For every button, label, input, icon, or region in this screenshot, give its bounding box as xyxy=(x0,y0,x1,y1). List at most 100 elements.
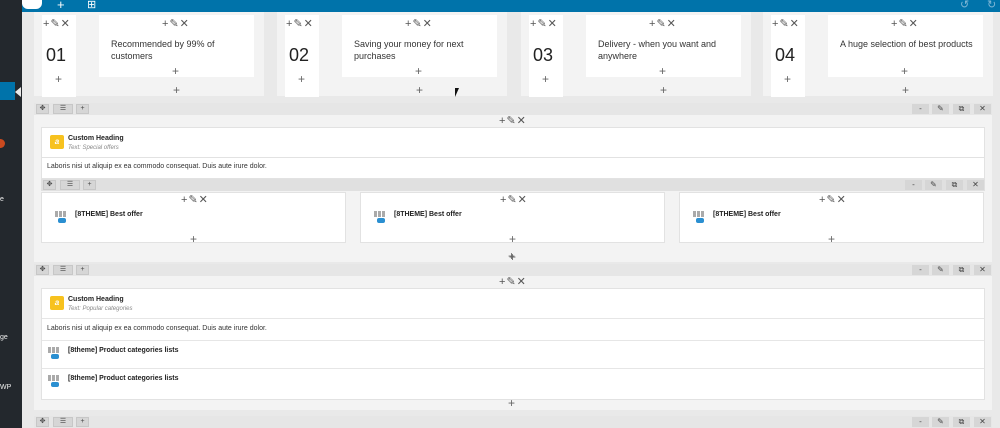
remove-icon[interactable]: ✕ xyxy=(909,18,919,30)
add-column-icon[interactable]: + xyxy=(76,265,89,275)
add-element-icon[interactable]: + xyxy=(784,73,791,85)
add-element-icon[interactable]: + xyxy=(828,233,835,245)
text-block-content[interactable]: Laboris nisi ut aliquip ex ea commodo co… xyxy=(47,325,267,332)
delete-row-icon[interactable]: ✕ xyxy=(974,265,991,275)
element-title[interactable]: [8theme] Product categories lists xyxy=(68,375,178,382)
element-title[interactable]: Custom Heading xyxy=(68,296,124,303)
sidebar-label[interactable]: e xyxy=(0,196,4,203)
add-element-icon[interactable]: + xyxy=(172,65,179,77)
column-controls[interactable]: +✎✕ xyxy=(499,277,527,288)
toggle-row-icon[interactable]: - xyxy=(912,417,929,427)
edit-icon[interactable]: ✎ xyxy=(188,194,198,206)
element-title[interactable]: [8THEME] Best offer xyxy=(713,211,781,218)
undo-icon[interactable]: ↺ xyxy=(960,0,969,11)
add-element-icon[interactable]: + xyxy=(190,233,197,245)
edit-icon[interactable]: ✎ xyxy=(506,276,516,288)
feature-text-box[interactable]: +✎✕ Recommended by 99% of customers + xyxy=(99,15,254,77)
clone-row-icon[interactable]: ⧉ xyxy=(953,417,970,427)
remove-icon[interactable]: ✕ xyxy=(423,18,433,30)
add-element-icon[interactable]: + xyxy=(298,73,305,85)
remove-icon[interactable]: ✕ xyxy=(180,18,190,30)
feature-text-box[interactable]: + ✎✕ Saving your money for next purchases… xyxy=(342,15,497,77)
edit-row-icon[interactable]: ✎ xyxy=(932,265,949,275)
add-element-icon[interactable]: + xyxy=(55,73,62,85)
add-element-icon[interactable]: + xyxy=(508,397,515,409)
row-layout-icon[interactable]: ☰ xyxy=(53,265,73,275)
toggle-row-icon[interactable]: - xyxy=(912,265,929,275)
remove-icon[interactable]: ✕ xyxy=(517,276,527,288)
edit-row-icon[interactable]: ✎ xyxy=(925,180,942,190)
add-column-icon[interactable]: + xyxy=(76,104,89,114)
column-controls[interactable]: +✎✕ xyxy=(499,116,527,127)
edit-row-icon[interactable]: ✎ xyxy=(932,104,949,114)
element-title[interactable]: [8THEME] Best offer xyxy=(394,211,462,218)
move-row-icon[interactable]: ✥ xyxy=(36,417,49,427)
templates-icon[interactable]: ⊞ xyxy=(87,0,96,12)
remove-icon[interactable]: ✕ xyxy=(304,18,314,30)
toggle-row-icon[interactable]: - xyxy=(912,104,929,114)
custom-heading-element[interactable]: a Custom Heading Text: Special offers xyxy=(41,127,985,158)
add-element-icon[interactable]: + xyxy=(173,84,180,96)
feature-text-box[interactable]: +✎✕ A huge selection of best products + xyxy=(828,15,983,77)
row-layout-icon[interactable]: ☰ xyxy=(60,180,80,190)
add-element-icon[interactable]: + xyxy=(509,251,516,263)
edit-icon[interactable]: ✎ xyxy=(656,18,666,30)
delete-row-icon[interactable]: ✕ xyxy=(974,417,991,427)
feature-text-box[interactable]: + ✎✕ Delivery - when you want and anywher… xyxy=(586,15,741,77)
sidebar-label[interactable]: WP xyxy=(0,384,11,391)
edit-icon[interactable]: ✎ xyxy=(779,18,789,30)
add-element-icon[interactable]: + xyxy=(509,233,516,245)
remove-icon[interactable]: ✕ xyxy=(518,194,528,206)
move-row-icon[interactable]: ✥ xyxy=(36,104,49,114)
edit-icon[interactable]: ✎ xyxy=(412,18,422,30)
remove-icon[interactable]: ✕ xyxy=(199,194,209,206)
redo-icon[interactable]: ↻ xyxy=(987,0,996,11)
edit-icon[interactable]: ✎ xyxy=(898,18,908,30)
move-row-icon[interactable]: ✥ xyxy=(43,180,56,190)
remove-icon[interactable]: ✕ xyxy=(667,18,677,30)
element-title[interactable]: [8THEME] Best offer xyxy=(75,211,143,218)
add-column-icon[interactable]: + xyxy=(76,417,89,427)
edit-icon[interactable]: ✎ xyxy=(507,194,517,206)
add-element-icon[interactable]: + xyxy=(901,65,908,77)
builder-logo-icon[interactable] xyxy=(22,0,42,9)
feature-number-box[interactable]: +✎✕ 02 + xyxy=(285,15,319,97)
remove-icon[interactable]: ✕ xyxy=(61,18,71,30)
feature-number-box[interactable]: +✎✕ 03 + xyxy=(529,15,563,97)
add-column-icon[interactable]: + xyxy=(83,180,96,190)
clone-row-icon[interactable]: ⧉ xyxy=(953,265,970,275)
delete-row-icon[interactable]: ✕ xyxy=(967,180,984,190)
add-element-icon[interactable]: + xyxy=(416,84,423,96)
clone-row-icon[interactable]: ⧉ xyxy=(946,180,963,190)
row-layout-icon[interactable]: ☰ xyxy=(53,104,73,114)
add-element-icon[interactable]: + xyxy=(57,0,65,12)
row-layout-icon[interactable]: ☰ xyxy=(53,417,73,427)
clone-row-icon[interactable]: ⧉ xyxy=(953,104,970,114)
edit-icon[interactable]: ✎ xyxy=(537,18,547,30)
element-title[interactable]: [8theme] Product categories lists xyxy=(68,347,178,354)
edit-icon[interactable]: ✎ xyxy=(826,194,836,206)
remove-icon[interactable]: ✕ xyxy=(548,18,558,30)
remove-icon[interactable]: ✕ xyxy=(837,194,847,206)
edit-icon[interactable]: ✎ xyxy=(50,18,60,30)
sidebar-active-item[interactable] xyxy=(0,82,15,100)
offer-column: +✎✕ [8THEME] Best offer + xyxy=(41,192,346,245)
add-element-icon[interactable]: + xyxy=(415,65,422,77)
move-row-icon[interactable]: ✥ xyxy=(36,265,49,275)
text-block-element[interactable]: Laboris nisi ut aliquip ex ea commodo co… xyxy=(41,158,985,179)
remove-icon[interactable]: ✕ xyxy=(517,115,527,127)
add-element-icon[interactable]: + xyxy=(659,65,666,77)
sidebar-label[interactable]: ge xyxy=(0,334,8,341)
edit-icon[interactable]: ✎ xyxy=(293,18,303,30)
add-element-icon[interactable]: + xyxy=(902,84,909,96)
toggle-row-icon[interactable]: - xyxy=(905,180,922,190)
add-element-icon[interactable]: + xyxy=(660,84,667,96)
feature-number-box[interactable]: +✎✕ 01 + xyxy=(42,15,76,97)
delete-row-icon[interactable]: ✕ xyxy=(974,104,991,114)
remove-icon[interactable]: ✕ xyxy=(790,18,800,30)
edit-icon[interactable]: ✎ xyxy=(506,115,516,127)
feature-number-box[interactable]: +✎✕ 04 + xyxy=(771,15,805,97)
edit-icon[interactable]: ✎ xyxy=(169,18,179,30)
edit-row-icon[interactable]: ✎ xyxy=(932,417,949,427)
add-element-icon[interactable]: + xyxy=(542,73,549,85)
